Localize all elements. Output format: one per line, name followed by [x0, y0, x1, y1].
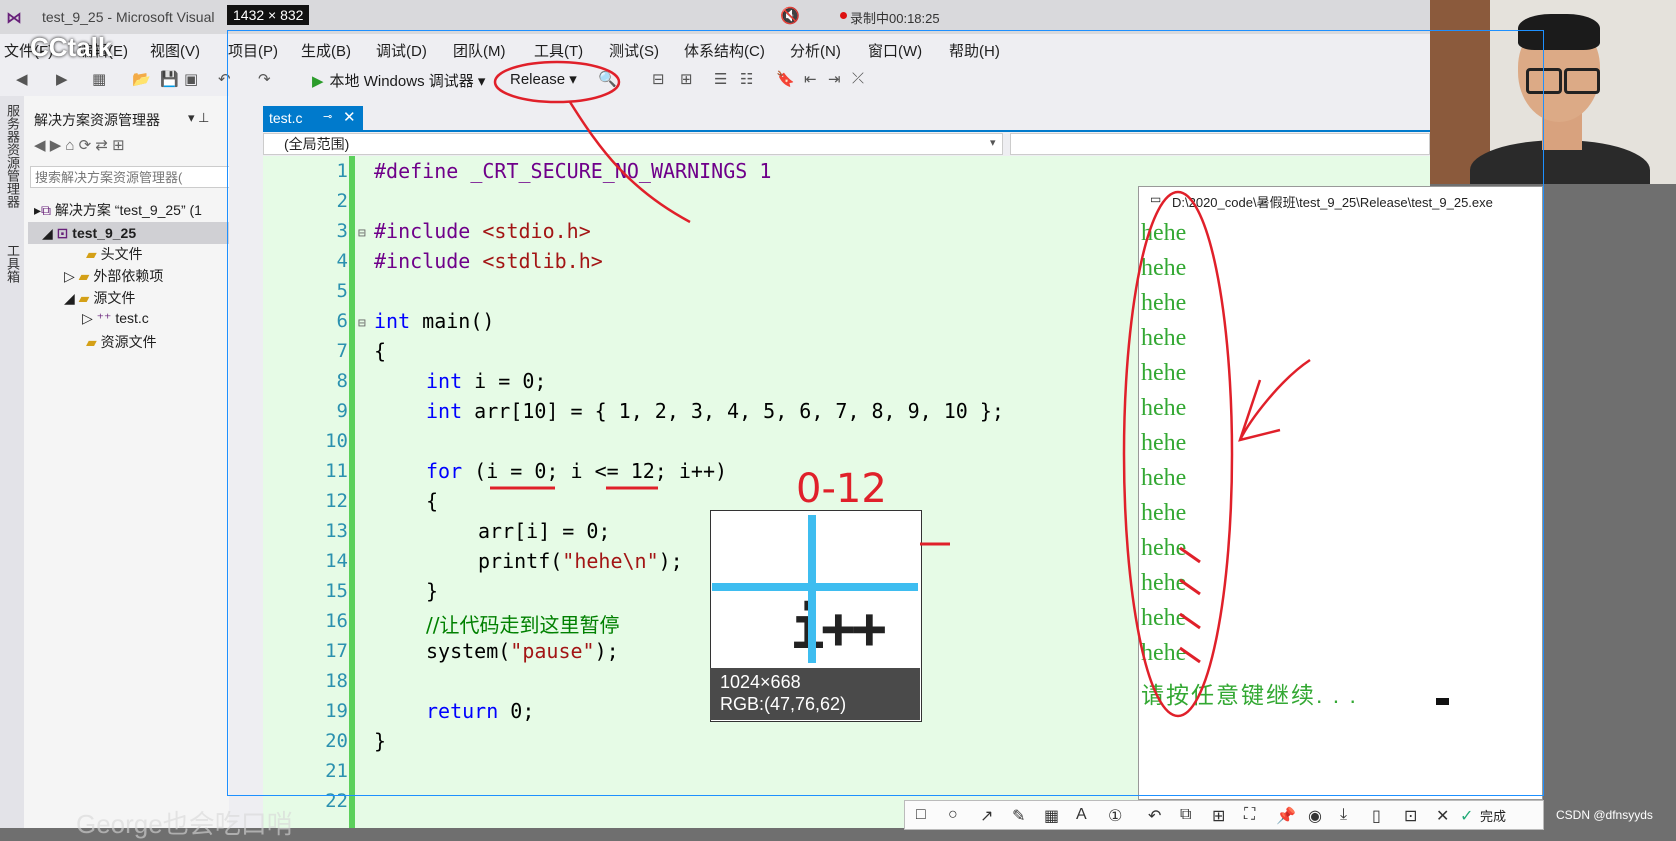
download-tool-icon[interactable]: ⤓ [1340, 806, 1347, 824]
selection-border [227, 30, 1543, 31]
selection-border [227, 30, 228, 796]
ink-circle-output [1122, 190, 1234, 718]
ink-range-note: 0-12 [796, 466, 887, 512]
number-tool-icon[interactable]: ① [1108, 806, 1122, 826]
undo-tool-icon[interactable]: ↶ [1148, 806, 1161, 826]
mosaic-tool-icon[interactable]: ▦ [1044, 806, 1059, 826]
text-tool-icon[interactable]: A [1076, 806, 1087, 824]
ink-circle-release [493, 60, 621, 104]
cancel-tool-icon[interactable]: ✕ [1436, 806, 1449, 826]
ink-ticks [1179, 546, 1201, 664]
ocr-tool-icon[interactable]: ⧉ [1180, 806, 1191, 824]
translate-tool-icon[interactable]: ⊞ [1212, 806, 1225, 826]
video-subtitle: George也会吃口哨 [76, 809, 293, 839]
ink-arrow-line [568, 101, 691, 224]
phone-tool-icon[interactable]: ▯ [1372, 806, 1381, 826]
ellipse-tool-icon[interactable]: ○ [948, 806, 958, 824]
pin-tool-icon[interactable]: 📌 [1276, 806, 1296, 826]
arrow-tool-icon[interactable]: ↗ [980, 806, 993, 826]
pen-tool-icon[interactable]: ✎ [1012, 806, 1025, 826]
done-button[interactable]: 完成 [1480, 806, 1506, 825]
save-tool-icon[interactable]: ⊡ [1404, 806, 1417, 826]
ink-arrow-output [1238, 358, 1311, 442]
watermark: CSDN @dfnsyyds [1556, 808, 1653, 822]
done-check-icon[interactable]: ✓ [1460, 806, 1473, 826]
selection-border [1543, 30, 1544, 796]
ink-annotations: 0-12 [490, 60, 1311, 718]
rectangle-tool-icon[interactable]: □ [916, 806, 926, 824]
record-tool-icon[interactable]: ◉ [1308, 806, 1322, 826]
scan-tool-icon[interactable]: ⛶ [1244, 806, 1255, 824]
selection-border [227, 795, 1543, 796]
